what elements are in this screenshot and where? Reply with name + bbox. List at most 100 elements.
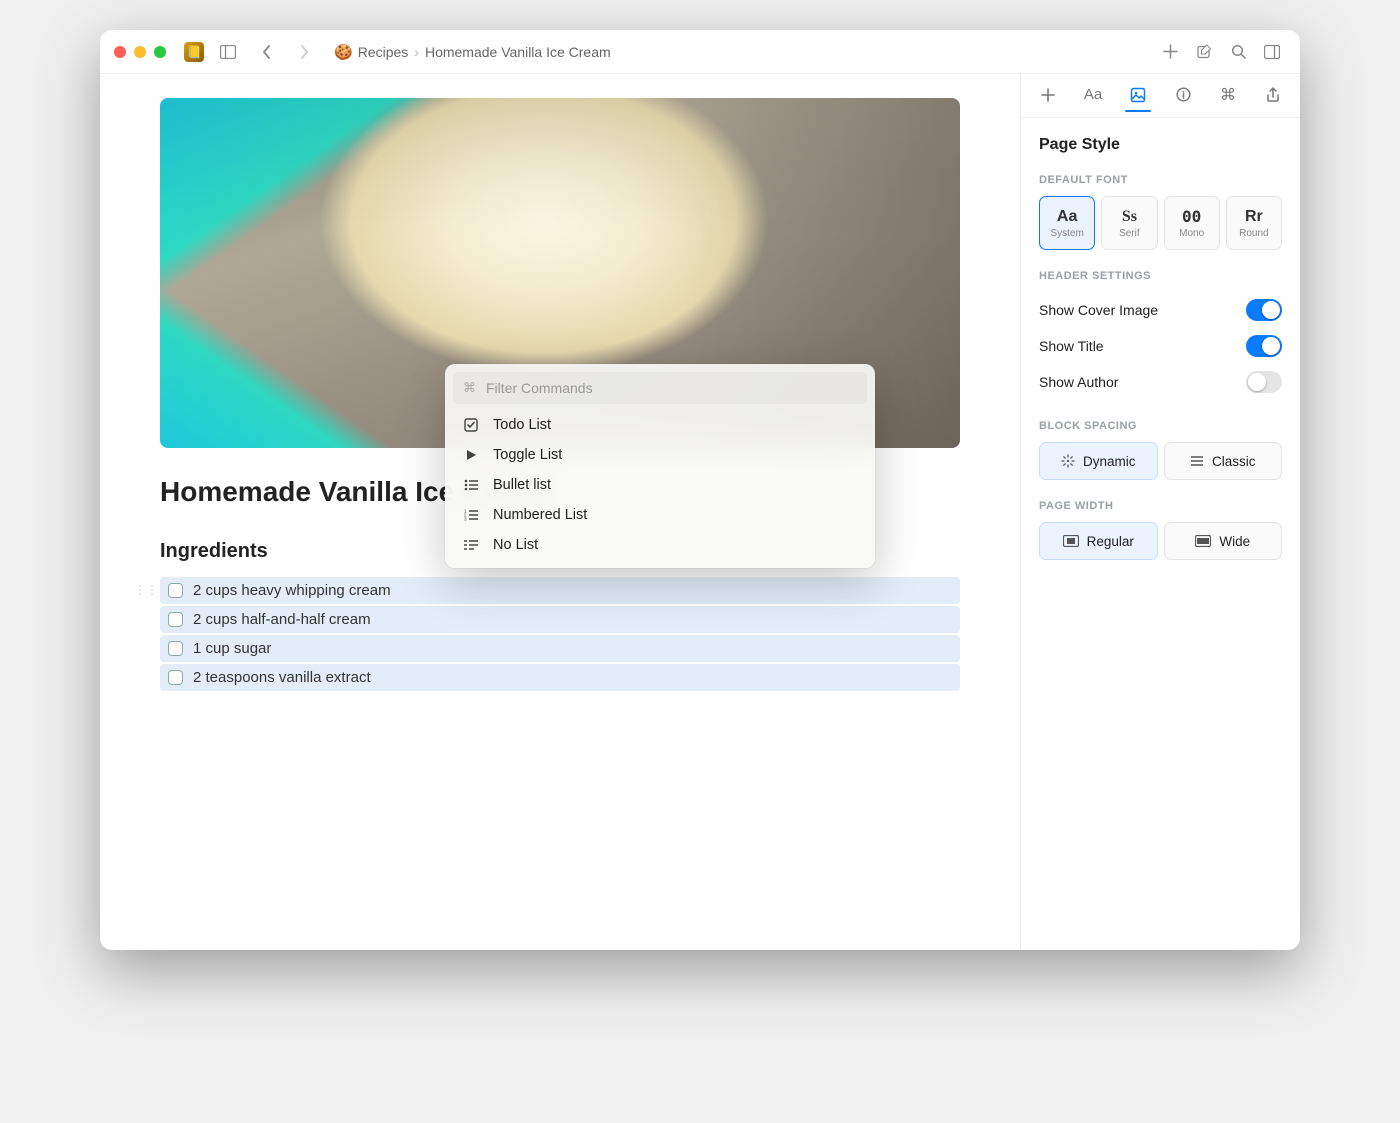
command-item-label: Todo List — [493, 417, 551, 433]
todo-item[interactable]: 1 cup sugar — [160, 635, 960, 662]
inspector-tab-page-style[interactable] — [1121, 79, 1155, 113]
checkbox-icon[interactable] — [168, 583, 183, 598]
ingredients-list: ⋮⋮ 2 cups heavy whipping cream 2 cups ha… — [160, 577, 960, 691]
font-label: Round — [1239, 228, 1268, 239]
font-option-system[interactable]: Aa System — [1039, 196, 1095, 250]
editor-area[interactable]: Homemade Vanilla Ice Cream Ingredients ⋮… — [100, 74, 1020, 950]
todo-item-text: 1 cup sugar — [193, 640, 271, 657]
inspector-tab-insert[interactable] — [1031, 79, 1065, 113]
todo-item[interactable]: 2 cups heavy whipping cream — [160, 577, 960, 604]
traffic-lights — [114, 46, 166, 58]
todo-item-text: 2 cups half-and-half cream — [193, 611, 371, 628]
inspector-tabs: Aa ⌘ — [1021, 74, 1300, 118]
toggle-show-author: Show Author — [1039, 364, 1282, 400]
checkbox-icon[interactable] — [168, 641, 183, 656]
block-spacing-group: Dynamic Classic — [1039, 442, 1282, 480]
width-option-label: Regular — [1087, 534, 1134, 549]
dynamic-spacing-icon — [1061, 454, 1075, 468]
regular-width-icon — [1063, 535, 1079, 547]
breadcrumb-current[interactable]: Homemade Vanilla Ice Cream — [425, 44, 611, 60]
command-palette: ⌘ Filter Commands Todo List Toggle List — [445, 364, 875, 568]
font-sample: 00 — [1182, 207, 1201, 226]
close-window-button[interactable] — [114, 46, 126, 58]
font-option-round[interactable]: Rr Round — [1226, 196, 1282, 250]
titlebar: 📒 🍪 Recipes › Homemade Vanilla Ice Cream — [100, 30, 1300, 74]
search-button[interactable] — [1224, 38, 1252, 66]
inspector-body: Page Style DEFAULT FONT Aa System Ss Ser… — [1021, 118, 1300, 950]
inspector-sidebar: Aa ⌘ Page Style DEFAULT FONT Aa — [1020, 74, 1300, 950]
font-sample: Aa — [1057, 208, 1077, 226]
toggle-label: Show Title — [1039, 338, 1104, 354]
page-width-label: PAGE WIDTH — [1039, 500, 1282, 512]
toggle-panel-button[interactable] — [1258, 38, 1286, 66]
command-item-label: Toggle List — [493, 447, 562, 463]
todo-item[interactable]: 2 teaspoons vanilla extract — [160, 664, 960, 691]
numbered-list-icon: 123 — [463, 509, 479, 521]
command-item-label: Bullet list — [493, 477, 551, 493]
switch-show-title[interactable] — [1246, 335, 1282, 357]
nav-forward-button[interactable] — [290, 38, 318, 66]
svg-text:3: 3 — [464, 517, 467, 522]
switch-show-cover[interactable] — [1246, 299, 1282, 321]
checkbox-icon[interactable] — [168, 670, 183, 685]
minimize-window-button[interactable] — [134, 46, 146, 58]
font-label: System — [1050, 228, 1083, 239]
breadcrumb-parent-label: Recipes — [358, 44, 409, 60]
font-sample: Rr — [1245, 208, 1263, 226]
command-item-label: No List — [493, 537, 538, 553]
panel-title: Page Style — [1039, 136, 1282, 154]
spacing-option-label: Dynamic — [1083, 454, 1136, 469]
width-option-label: Wide — [1219, 534, 1250, 549]
todo-item-text: 2 teaspoons vanilla extract — [193, 669, 371, 686]
chevron-right-icon: › — [414, 44, 419, 60]
todo-item-text: 2 cups heavy whipping cream — [193, 582, 391, 599]
command-filter-placeholder: Filter Commands — [486, 380, 593, 396]
command-item-todo-list[interactable]: Todo List — [453, 410, 867, 440]
width-option-regular[interactable]: Regular — [1039, 522, 1158, 560]
breadcrumb-parent[interactable]: 🍪 Recipes — [334, 43, 408, 61]
inspector-tab-share[interactable] — [1256, 79, 1290, 113]
width-option-wide[interactable]: Wide — [1164, 522, 1283, 560]
inspector-tab-info[interactable] — [1166, 79, 1200, 113]
app-icon: 📒 — [184, 42, 204, 62]
block-spacing-label: BLOCK SPACING — [1039, 420, 1282, 432]
inspector-tab-text[interactable]: Aa — [1076, 79, 1110, 113]
app-window: 📒 🍪 Recipes › Homemade Vanilla Ice Cream — [100, 30, 1300, 950]
command-key-icon: ⌘ — [463, 380, 476, 396]
new-page-button[interactable] — [1156, 38, 1184, 66]
command-item-label: Numbered List — [493, 507, 587, 523]
header-settings-label: HEADER SETTINGS — [1039, 270, 1282, 282]
default-font-label: DEFAULT FONT — [1039, 174, 1282, 186]
page-width-group: Regular Wide — [1039, 522, 1282, 560]
toggle-show-title: Show Title — [1039, 328, 1282, 364]
checkbox-icon[interactable] — [168, 612, 183, 627]
compose-button[interactable] — [1190, 38, 1218, 66]
font-grid: Aa System Ss Serif 00 Mono Rr Round — [1039, 196, 1282, 250]
font-label: Mono — [1179, 228, 1204, 239]
drag-handle-icon[interactable]: ⋮⋮ — [134, 583, 158, 597]
font-option-serif[interactable]: Ss Serif — [1101, 196, 1157, 250]
spacing-option-classic[interactable]: Classic — [1164, 442, 1283, 480]
no-list-icon — [463, 539, 479, 551]
toggle-show-cover: Show Cover Image — [1039, 292, 1282, 328]
switch-show-author[interactable] — [1246, 371, 1282, 393]
command-item-toggle-list[interactable]: Toggle List — [453, 440, 867, 470]
todo-item[interactable]: 2 cups half-and-half cream — [160, 606, 960, 633]
breadcrumb-current-label: Homemade Vanilla Ice Cream — [425, 44, 611, 60]
command-item-no-list[interactable]: No List — [453, 530, 867, 560]
toggle-label: Show Author — [1039, 374, 1118, 390]
command-item-bullet-list[interactable]: Bullet list — [453, 470, 867, 500]
spacing-option-dynamic[interactable]: Dynamic — [1039, 442, 1158, 480]
command-filter-input[interactable]: ⌘ Filter Commands — [453, 372, 867, 404]
breadcrumb: 🍪 Recipes › Homemade Vanilla Ice Cream — [334, 43, 611, 61]
inspector-tab-shortcuts[interactable]: ⌘ — [1211, 79, 1245, 113]
font-option-mono[interactable]: 00 Mono — [1164, 196, 1220, 250]
bullet-list-icon — [463, 479, 479, 491]
toggle-sidebar-button[interactable] — [214, 38, 242, 66]
zoom-window-button[interactable] — [154, 46, 166, 58]
command-item-numbered-list[interactable]: 123 Numbered List — [453, 500, 867, 530]
checkbox-list-icon — [463, 418, 479, 432]
toggle-triangle-icon — [463, 449, 479, 461]
nav-back-button[interactable] — [252, 38, 280, 66]
font-sample: Ss — [1122, 208, 1137, 226]
